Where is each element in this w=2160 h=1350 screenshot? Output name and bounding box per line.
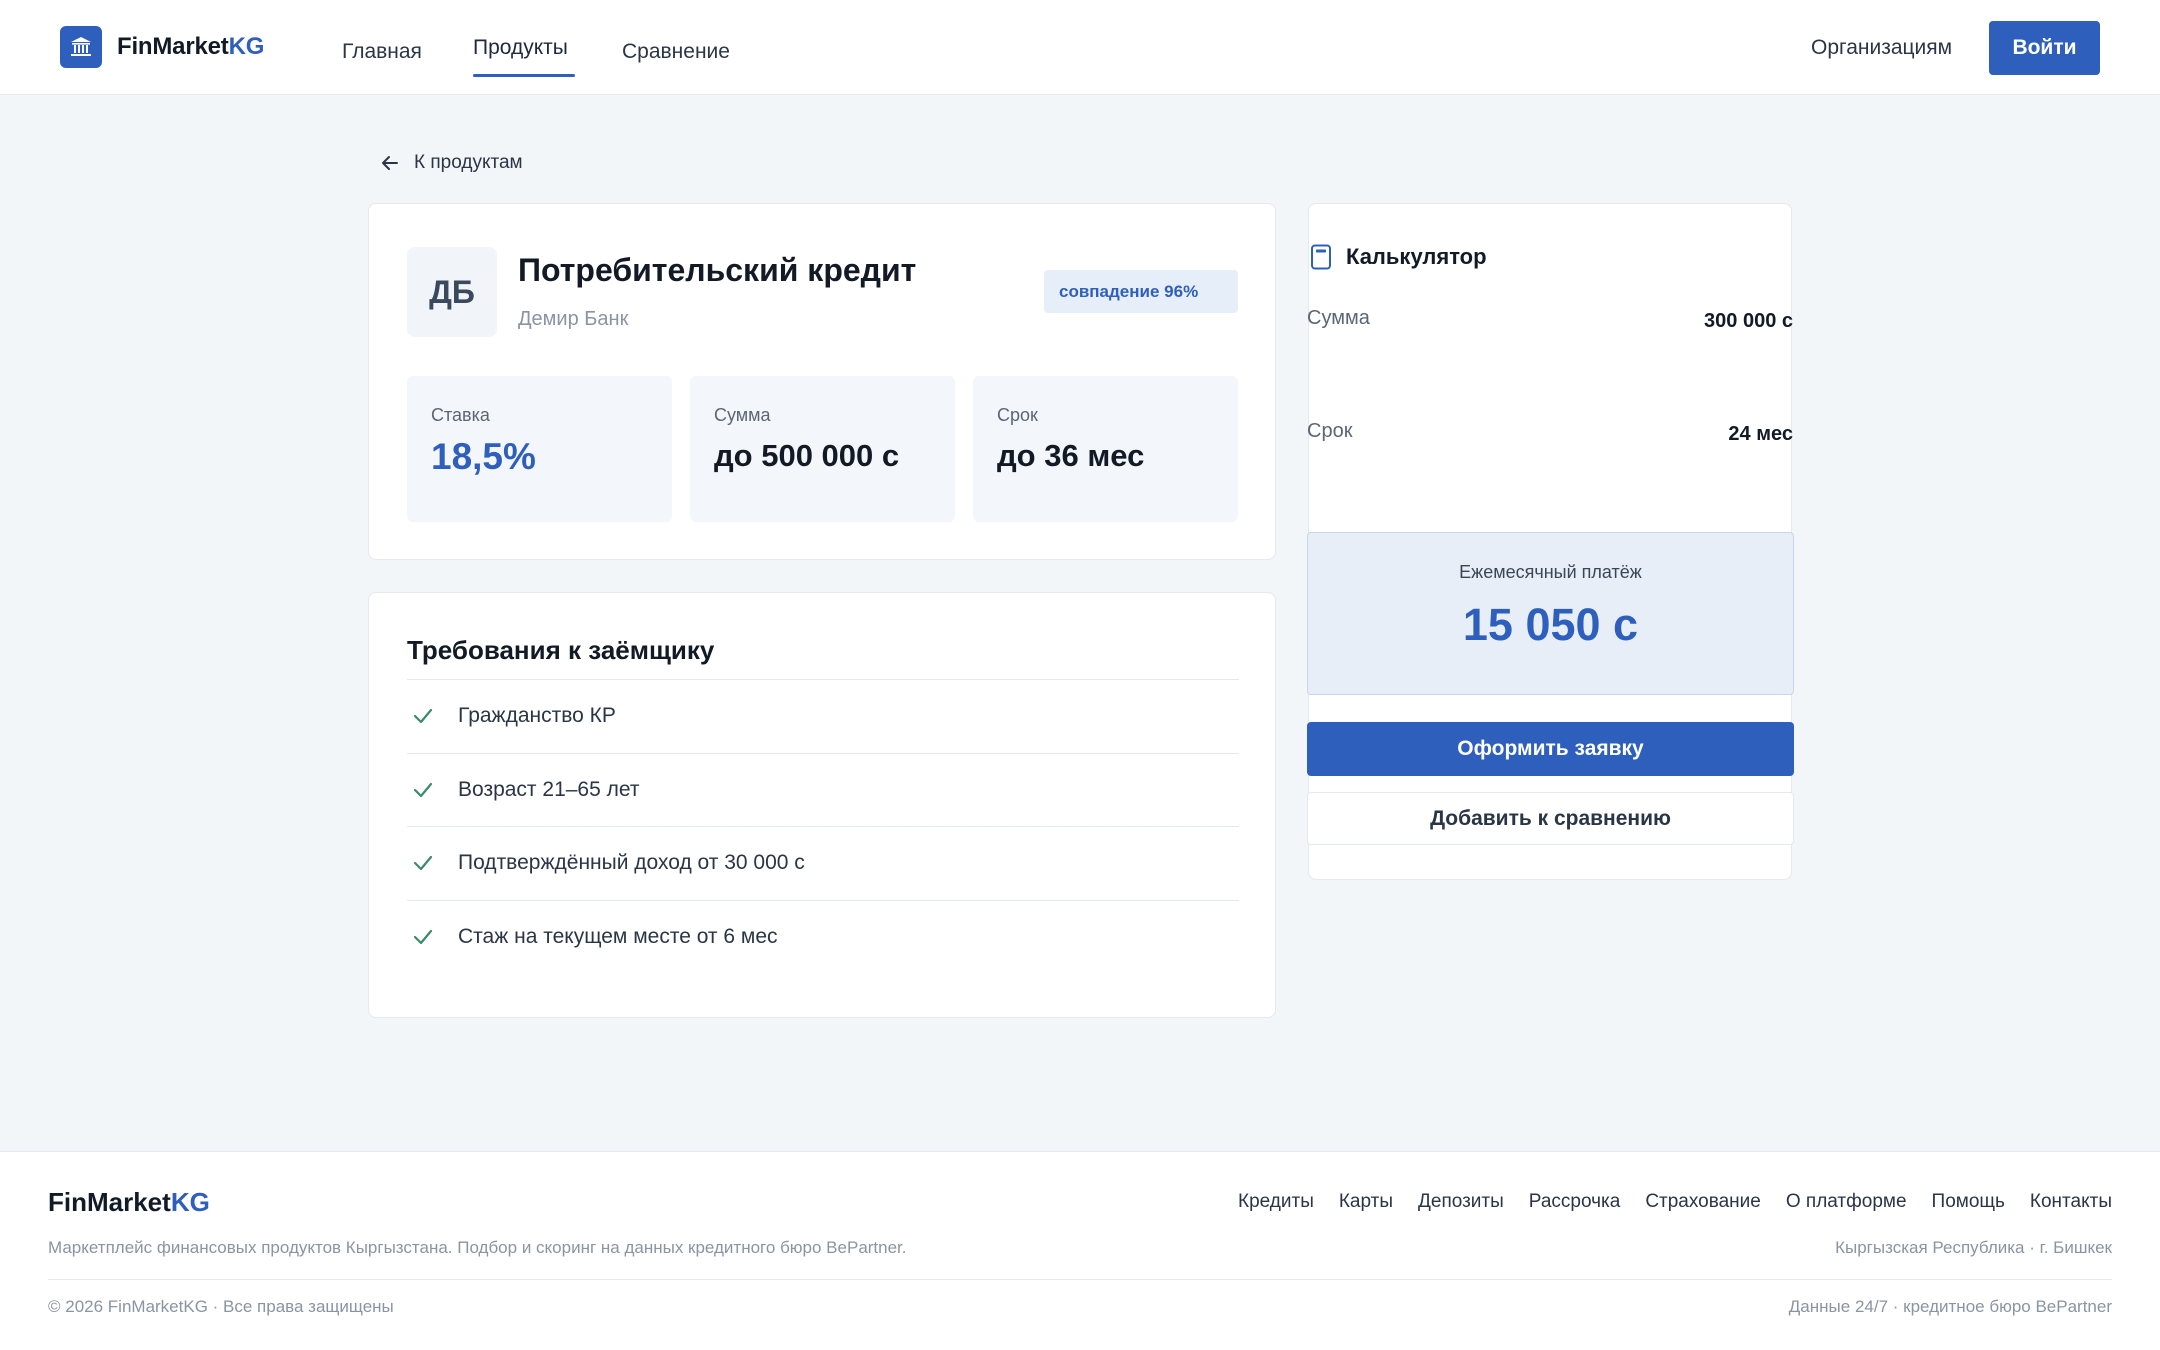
monthly-payment-box: Ежемесячный платёж 15 050 с xyxy=(1307,532,1794,695)
term-value[interactable]: 24 мес xyxy=(1728,423,1793,446)
check-icon xyxy=(413,782,433,797)
list-item: Стаж на текущем месте от 6 мес xyxy=(407,899,1239,974)
stat-term: Срок до 36 мес xyxy=(973,376,1238,522)
footer-link-insurance[interactable]: Страхование xyxy=(1645,1191,1761,1213)
stat-rate: Ставка 18,5% xyxy=(407,376,672,522)
monthly-payment-label: Ежемесячный платёж xyxy=(1459,562,1642,582)
requirements-list: Гражданство КР Возраст 21–65 лет Подтвер… xyxy=(407,679,1239,973)
product-card: ДБ Потребительский кредит Демир Банк сов… xyxy=(368,203,1276,560)
footer-link-installments[interactable]: Рассрочка xyxy=(1529,1191,1621,1213)
add-to-compare-button[interactable]: Добавить к сравнению xyxy=(1307,792,1794,845)
stat-value: 18,5% xyxy=(431,436,536,477)
footer-copyright: © 2026 FinMarketKG · Все права защищены xyxy=(48,1297,394,1316)
logo[interactable]: FinMarketKG xyxy=(60,26,264,68)
logo-text: FinMarketKG xyxy=(117,33,265,60)
footer-link-help[interactable]: Помощь xyxy=(1932,1191,2005,1213)
footer-link-deposits[interactable]: Депозиты xyxy=(1418,1191,1504,1213)
match-badge: совпадение 96% xyxy=(1044,270,1238,313)
organizations-link[interactable]: Организациям xyxy=(1811,36,1952,60)
footer-link-cards[interactable]: Карты xyxy=(1339,1191,1393,1213)
nav-products[interactable]: Продукты xyxy=(473,36,568,60)
stat-value: до 36 мес xyxy=(997,438,1145,473)
stat-label: Сумма xyxy=(714,405,771,425)
list-item: Подтверждённый доход от 30 000 с xyxy=(407,826,1239,900)
footer-nav: Кредиты Карты Депозиты Рассрочка Страхов… xyxy=(1238,1191,2112,1213)
footer-link-about[interactable]: О платформе xyxy=(1786,1191,1907,1213)
amount-value[interactable]: 300 000 с xyxy=(1704,310,1793,333)
back-link-label: К продуктам xyxy=(414,152,523,173)
check-icon xyxy=(413,709,433,724)
stat-value: до 500 000 с xyxy=(714,438,900,473)
footer-divider xyxy=(48,1279,2112,1280)
requirement-text: Стаж на текущем месте от 6 мес xyxy=(458,924,778,948)
product-title: Потребительский кредит xyxy=(518,252,917,288)
footer-logo[interactable]: FinMarketKG xyxy=(48,1187,210,1218)
calculator-title: Калькулятор xyxy=(1346,244,1487,269)
bank-icon xyxy=(60,26,102,68)
list-item: Возраст 21–65 лет xyxy=(407,752,1239,827)
nav-active-underline xyxy=(473,74,575,77)
requirements-title: Требования к заёмщику xyxy=(407,635,715,665)
footer-link-contacts[interactable]: Контакты xyxy=(2030,1191,2112,1213)
login-button[interactable]: Войти xyxy=(1989,21,2100,75)
back-to-products-link[interactable]: К продуктам xyxy=(380,150,523,176)
stat-label: Ставка xyxy=(431,405,490,425)
stat-label: Срок xyxy=(997,405,1038,425)
requirement-text: Возраст 21–65 лет xyxy=(458,777,640,801)
arrow-left-icon xyxy=(382,156,398,170)
nav-compare[interactable]: Сравнение xyxy=(622,40,730,64)
requirements-card: Требования к заёмщику Гражданство КР Воз… xyxy=(368,592,1276,1018)
calculator-header: Калькулятор xyxy=(1310,244,1487,270)
requirement-text: Гражданство КР xyxy=(458,704,616,728)
monthly-payment-value: 15 050 с xyxy=(1462,599,1639,650)
nav-home[interactable]: Главная xyxy=(342,40,422,64)
amount-label: Сумма xyxy=(1307,307,1370,329)
list-item: Гражданство КР xyxy=(407,679,1239,753)
footer-link-credits[interactable]: Кредиты xyxy=(1238,1191,1314,1213)
footer: FinMarketKG Кредиты Карты Депозиты Расср… xyxy=(0,1151,2160,1350)
requirement-text: Подтверждённый доход от 30 000 с xyxy=(458,851,805,875)
apply-button[interactable]: Оформить заявку xyxy=(1307,722,1794,776)
calculator-icon xyxy=(1311,244,1331,270)
top-header: FinMarketKG Главная Продукты Сравнение О… xyxy=(0,0,2160,95)
stat-amount: Сумма до 500 000 с xyxy=(690,376,955,522)
footer-location: Кыргызская Республика · г. Бишкек xyxy=(1835,1238,2112,1257)
check-icon xyxy=(413,856,433,871)
term-label: Срок xyxy=(1307,420,1353,442)
bank-name: Демир Банк xyxy=(518,308,629,330)
footer-description: Маркетплейс финансовых продуктов Кыргызс… xyxy=(48,1238,907,1257)
bank-avatar: ДБ xyxy=(407,247,497,337)
footer-data-note: Данные 24/7 · кредитное бюро BePartner xyxy=(1788,1297,2112,1316)
check-icon xyxy=(413,929,433,944)
